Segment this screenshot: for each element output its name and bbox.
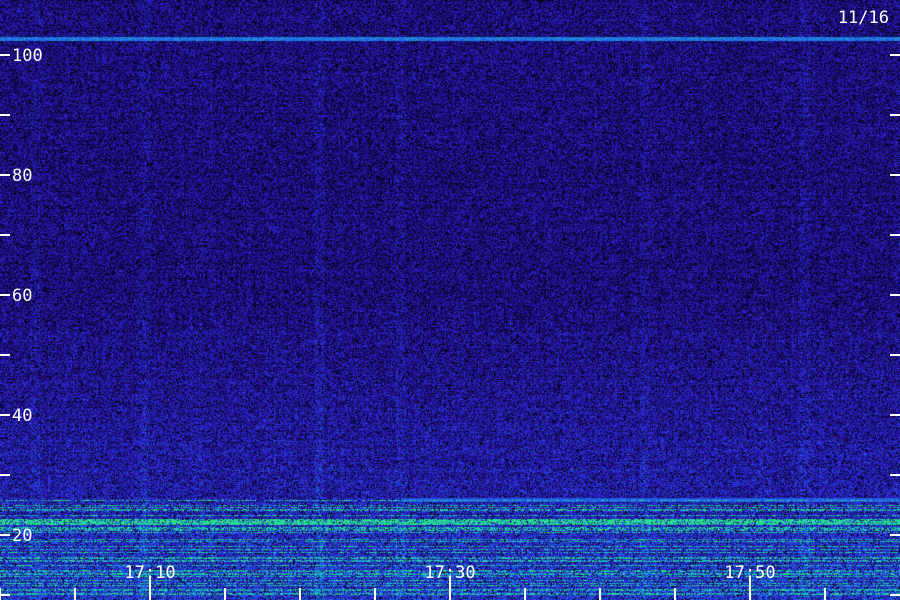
x-tick-label: 17:30 bbox=[424, 563, 475, 583]
y-axis: 20 40 60 80 100 bbox=[0, 46, 900, 596]
x-tick-label: 17:50 bbox=[724, 563, 775, 583]
y-tick-label: 60 bbox=[12, 286, 32, 306]
x-tick-label: 17:10 bbox=[124, 563, 175, 583]
y-tick-label: 100 bbox=[12, 46, 43, 66]
y-tick-label: 20 bbox=[12, 526, 32, 546]
y-tick-label: 40 bbox=[12, 406, 32, 426]
date-label: 11/16 bbox=[838, 8, 889, 28]
x-axis: 17:10 17:30 17:50 bbox=[0, 563, 826, 600]
y-tick-label: 80 bbox=[12, 166, 32, 186]
axis-overlay: 20 40 60 80 100 17:10 17:30 17:50 11/16 bbox=[0, 8, 900, 600]
